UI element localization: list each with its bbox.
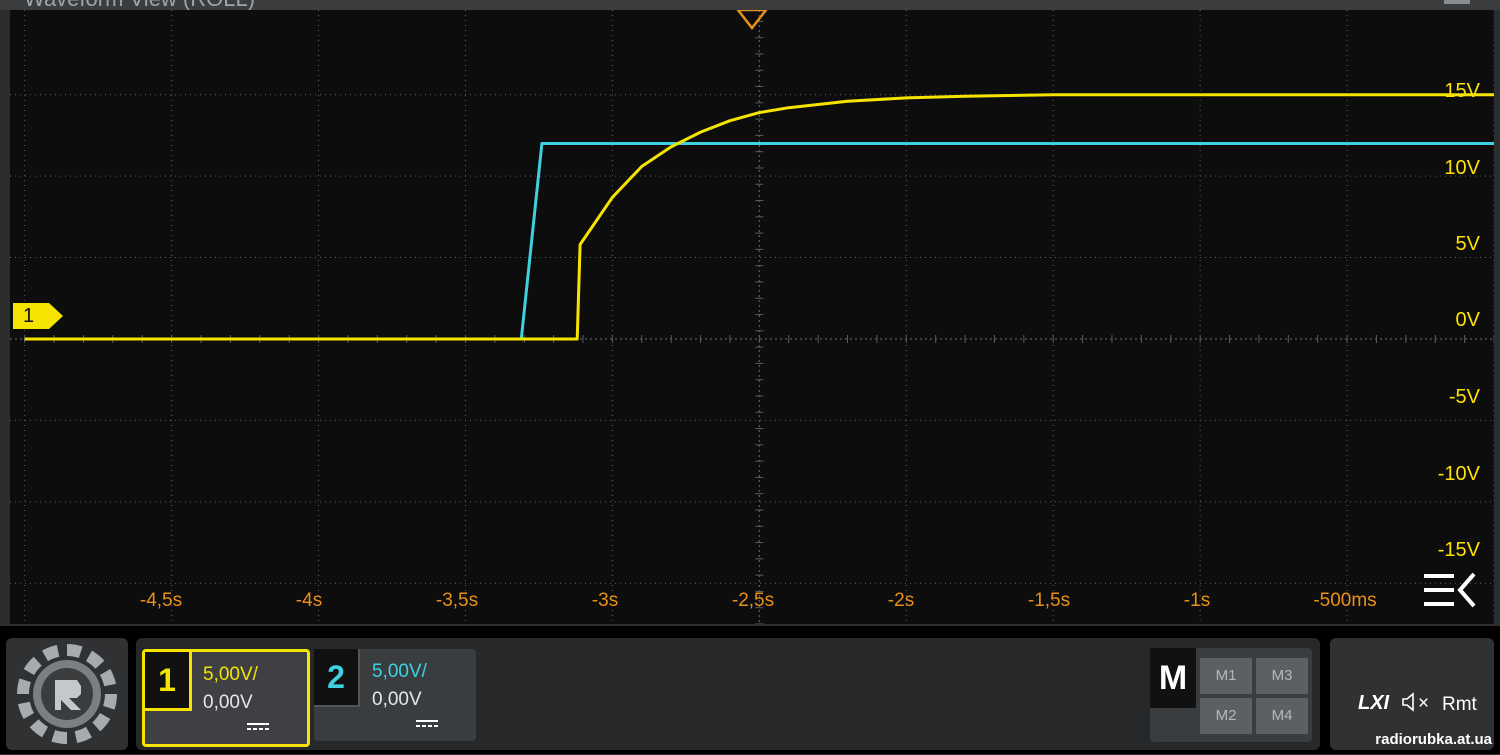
time-label: -4s: [295, 590, 323, 611]
channel-1-ground-marker[interactable]: 1: [13, 303, 63, 331]
channel-1-button[interactable]: 1 5,00V/ 0,00V: [142, 649, 310, 747]
time-label: -3,5s: [435, 590, 479, 611]
menu-collapse-icon[interactable]: [1422, 570, 1478, 610]
lxi-status[interactable]: LXI: [1358, 692, 1389, 715]
time-label: -500ms: [1313, 590, 1377, 611]
channel-2-button[interactable]: 2 5,00V/ 0,00V: [314, 649, 476, 741]
waveform-display[interactable]: 1 15V 10V 5V 0V -5V -10V -15V -4,5s -4s …: [10, 10, 1494, 624]
time-label: -1,5s: [1027, 590, 1071, 611]
voltage-label-15v: 15V: [1444, 80, 1480, 102]
bottom-control-bar: 1 5,00V/ 0,00V 2 5,00V/ 0,00V M M1 M2 M3: [0, 626, 1500, 754]
dc-coupling-icon: [247, 723, 269, 730]
speaker-state: ×: [1418, 693, 1430, 714]
channel-2-scale: 5,00V/: [372, 661, 427, 682]
speaker-muted-icon[interactable]: ×: [1402, 692, 1429, 715]
time-label: -2s: [887, 590, 915, 611]
voltage-label-10v: 10V: [1444, 157, 1480, 179]
channel-1-marker-label: 1: [23, 305, 35, 327]
math-m3-button[interactable]: M3: [1256, 658, 1308, 694]
channel-2-offset: 0,00V: [372, 689, 422, 710]
channel-2-number: 2: [314, 649, 360, 707]
channel-1-number: 1: [145, 652, 192, 711]
channel-1-offset: 0,00V: [203, 692, 253, 713]
voltage-label-0v: 0V: [1455, 309, 1480, 331]
main-menu-button[interactable]: [6, 638, 128, 750]
gear-logo-icon: [17, 644, 117, 744]
time-label: -3s: [591, 590, 619, 611]
channel-panel: 1 5,00V/ 0,00V 2 5,00V/ 0,00V M M1 M2 M3: [136, 638, 1320, 750]
watermark-text: radiorubka.at.ua: [1375, 731, 1492, 748]
remote-status: Rmt: [1442, 694, 1477, 715]
time-label: -1s: [1183, 590, 1211, 611]
dc-coupling-icon: [416, 720, 438, 727]
voltage-label-5v: 5V: [1455, 233, 1480, 255]
math-m2-button[interactable]: M2: [1200, 698, 1252, 734]
voltage-label-minus-10v: -10V: [1437, 463, 1480, 485]
waveform-plot: [10, 10, 1494, 624]
channel-1-scale: 5,00V/: [203, 664, 258, 685]
graticule-grid: [10, 10, 1494, 624]
voltage-label-minus-15v: -15V: [1437, 539, 1480, 561]
voltage-label-minus-5v: -5V: [1448, 386, 1480, 408]
math-m4-button[interactable]: M4: [1256, 698, 1308, 734]
math-panel: M M1 M2 M3 M4: [1150, 648, 1312, 742]
channel-1-marker-tip: [49, 303, 63, 329]
window-title-bar: Waveform View (ROLL): [0, 0, 1500, 11]
trigger-position-marker-icon[interactable]: [736, 10, 768, 30]
hamburger-menu-icon[interactable]: [1444, 0, 1470, 4]
math-button[interactable]: M: [1150, 648, 1196, 708]
time-label: -4,5s: [139, 590, 183, 611]
math-m1-button[interactable]: M1: [1200, 658, 1252, 694]
time-label: -2,5s: [731, 590, 775, 611]
